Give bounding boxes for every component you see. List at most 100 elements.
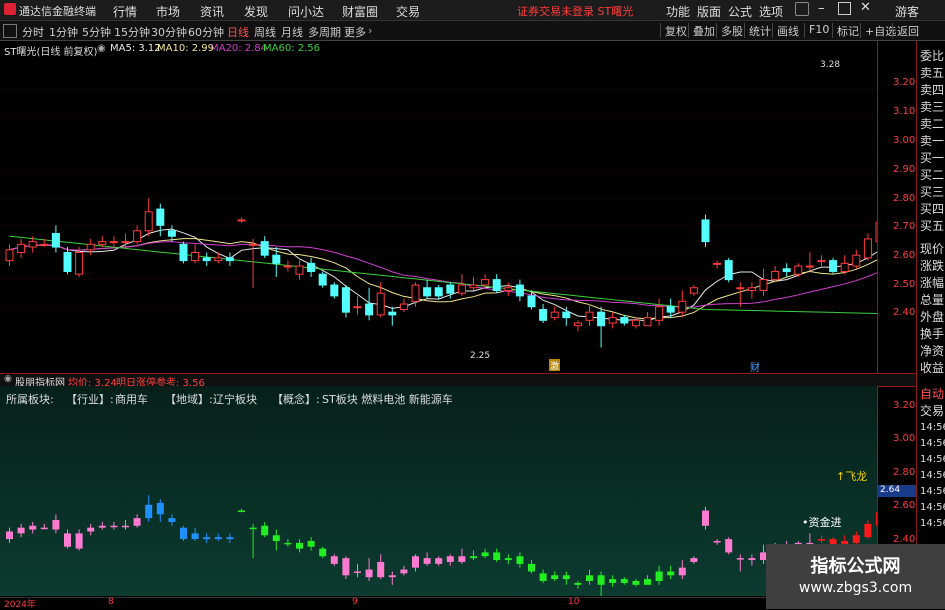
- menu-wealth[interactable]: 财富圈: [342, 3, 378, 20]
- quote-label[interactable]: 买二: [920, 166, 944, 183]
- y-tick: 2.70: [893, 221, 916, 232]
- ma60-line: [9, 235, 877, 314]
- y-tick: 3.00: [893, 135, 916, 146]
- quote-label[interactable]: 涨跌: [920, 257, 944, 274]
- menu-news[interactable]: 资讯: [200, 3, 224, 20]
- candle-body: [214, 257, 223, 262]
- toolbar-adjust[interactable]: 复权: [660, 23, 691, 38]
- quote-label[interactable]: 净资: [920, 342, 944, 359]
- quote-label[interactable]: 外盘: [920, 308, 944, 325]
- indicator-bar: [574, 582, 582, 585]
- window-mode-icon[interactable]: [795, 2, 809, 16]
- app-logo-icon: [4, 3, 16, 15]
- trade-label[interactable]: 交易: [920, 402, 944, 419]
- toolbar-back[interactable]: 返回: [892, 23, 923, 38]
- candle-body: [341, 287, 350, 313]
- quote-label[interactable]: 卖三: [920, 98, 944, 115]
- quote-label[interactable]: 买三: [920, 183, 944, 200]
- period-tab-weekly[interactable]: 周线: [254, 24, 276, 40]
- quote-label[interactable]: 卖五: [920, 64, 944, 81]
- candle-body: [585, 311, 594, 321]
- menu-formula[interactable]: 公式: [728, 3, 752, 20]
- indicator-bar: [818, 539, 825, 541]
- indicator-bar: [493, 552, 501, 561]
- indicator-bar: [725, 539, 733, 553]
- menu-market[interactable]: 市场: [156, 3, 180, 20]
- auto-trade-label[interactable]: 自动: [920, 385, 944, 402]
- quote-label[interactable]: 收益: [920, 359, 944, 376]
- quote-label[interactable]: 买一: [920, 149, 944, 166]
- candle-body: [133, 230, 142, 243]
- candle-body: [771, 270, 780, 281]
- menu-discover[interactable]: 发现: [244, 3, 268, 20]
- menu-ask[interactable]: 问小达: [288, 3, 324, 20]
- indicator-header: ◉ 股朋指标网 均价: 3.24 明日涨停参考: 3.56: [0, 373, 945, 389]
- gear-icon[interactable]: ◉: [4, 374, 12, 384]
- concept-key: 【概念】:: [272, 393, 320, 406]
- indicator-bar: [481, 552, 489, 557]
- quote-panel: 委比 卖五 卖四 卖三 卖二 卖一 买一 买二 买三 买四 买五 现价 涨跌 涨…: [916, 41, 945, 596]
- menu-trade[interactable]: 交易: [396, 3, 420, 20]
- quote-label[interactable]: 卖一: [920, 132, 944, 149]
- chevron-right-icon[interactable]: ›: [368, 24, 372, 37]
- candle-body: [504, 287, 513, 291]
- layout-toggle-icon[interactable]: [3, 24, 17, 38]
- minimize-icon[interactable]: –: [818, 1, 825, 16]
- period-tab-5min[interactable]: 5分钟: [82, 24, 111, 40]
- menu-layout[interactable]: 版面: [697, 3, 721, 20]
- event-marker-1[interactable]: 激: [549, 359, 560, 372]
- menu-options[interactable]: 选项: [759, 3, 783, 20]
- toolbar-stats[interactable]: 统计: [744, 23, 775, 38]
- indicator-bar: [644, 579, 651, 585]
- quote-label[interactable]: 委比: [920, 47, 944, 64]
- period-tab-monthly[interactable]: 月线: [281, 24, 303, 40]
- menu-quotes[interactable]: 行情: [113, 3, 137, 20]
- period-tab-multi[interactable]: 多周期: [308, 24, 341, 40]
- quote-label[interactable]: 卖二: [920, 115, 944, 132]
- quote-label[interactable]: 换手: [920, 325, 944, 342]
- indicator-bar: [423, 558, 431, 564]
- settings-icon[interactable]: ◉: [97, 43, 106, 54]
- y-tick: 2.40: [893, 307, 916, 318]
- quote-label[interactable]: 总量: [920, 291, 944, 308]
- candle-body: [144, 211, 153, 232]
- toolbar-mark[interactable]: 标记: [832, 23, 863, 38]
- quote-label[interactable]: 买四: [920, 200, 944, 217]
- quote-label[interactable]: 涨幅: [920, 274, 944, 291]
- candle-body: [434, 287, 443, 297]
- candle-body: [51, 232, 60, 248]
- indicator-bar: [388, 575, 396, 578]
- toolbar-f10[interactable]: F10: [804, 23, 833, 38]
- period-tab-intraday[interactable]: 分时: [22, 24, 44, 40]
- guest-label[interactable]: 游客: [895, 3, 919, 20]
- indicator-bar: [40, 527, 48, 530]
- toolbar-draw[interactable]: 画线: [772, 23, 803, 38]
- period-tab-daily[interactable]: 日线: [227, 24, 249, 40]
- maximize-icon[interactable]: [838, 2, 851, 15]
- event-marker-2[interactable]: 财: [750, 359, 760, 374]
- candle-body: [840, 262, 849, 272]
- quote-label[interactable]: 买五: [920, 217, 944, 234]
- candle-body: [399, 303, 408, 310]
- close-icon[interactable]: ✕: [860, 0, 871, 15]
- toolbar-overlay[interactable]: 叠加: [688, 23, 719, 38]
- sub-y-tick: 3.20: [893, 400, 916, 411]
- region-value: 辽宁板块: [213, 393, 257, 406]
- x-label-month: 10: [568, 597, 580, 607]
- period-tab-1min[interactable]: 1分钟: [49, 24, 78, 40]
- period-tab-60min[interactable]: 60分钟: [188, 24, 224, 40]
- quote-label[interactable]: 卖四: [920, 81, 944, 98]
- menu-bar: 通达信金融终端 行情 市场 资讯 发现 问小达 财富圈 交易 证券交易未登录 S…: [0, 0, 945, 21]
- period-tab-more[interactable]: 更多: [344, 24, 366, 40]
- candle-body: [376, 292, 385, 316]
- site-watermark: 指标公式网 www.zbgs3.com: [766, 544, 945, 609]
- indicator-chart[interactable]: [0, 386, 877, 596]
- period-tab-30min[interactable]: 30分钟: [151, 24, 187, 40]
- toolbar-multi-stock[interactable]: 多股: [716, 23, 747, 38]
- quote-label[interactable]: 现价: [920, 240, 944, 257]
- menu-function[interactable]: 功能: [666, 3, 690, 20]
- indicator-bar: [330, 556, 338, 564]
- candlestick-chart[interactable]: [0, 41, 877, 373]
- period-tab-15min[interactable]: 15分钟: [114, 24, 150, 40]
- indicator-bar: [354, 571, 361, 573]
